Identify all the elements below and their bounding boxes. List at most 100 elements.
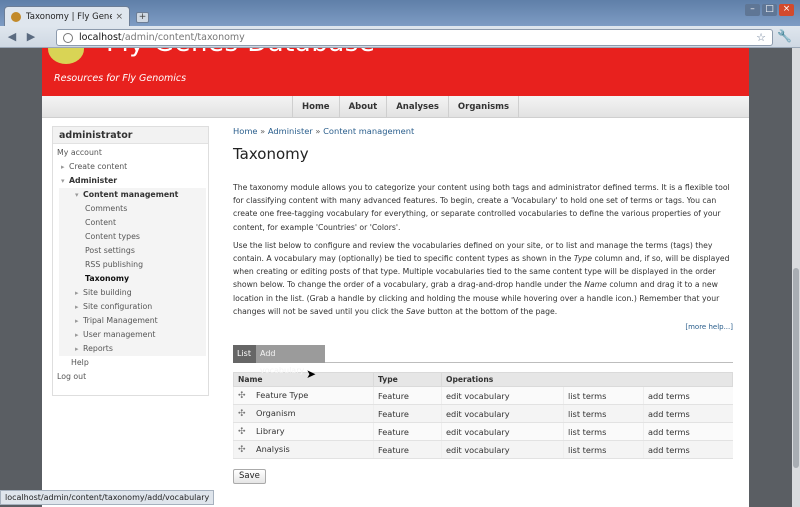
edit-vocabulary-link[interactable]: edit vocabulary: [441, 386, 564, 406]
collapsed-arrow-icon: ▸: [75, 345, 79, 353]
sidebar-item-administer[interactable]: ▾ Administer: [53, 174, 208, 188]
new-tab-button[interactable]: +: [136, 12, 149, 23]
tab-add-vocabulary[interactable]: Add vocabulary: [256, 345, 325, 375]
tab-close-icon[interactable]: ×: [115, 12, 123, 22]
add-terms-link[interactable]: add terms: [643, 404, 733, 424]
sidebar-item-site-configuration[interactable]: ▸ Site configuration: [59, 300, 206, 314]
list-terms-link[interactable]: list terms: [563, 386, 644, 406]
drag-handle-icon[interactable]: ✣: [238, 409, 248, 419]
mouse-pointer-icon: ➤: [306, 367, 317, 381]
close-window-icon[interactable]: ×: [779, 4, 794, 16]
bookmark-star-icon[interactable]: ☆: [756, 31, 766, 44]
collapsed-arrow-icon: ▸: [61, 163, 65, 171]
vocabulary-type: Feature: [373, 404, 442, 424]
forward-icon[interactable]: ▶: [23, 29, 39, 45]
vocabulary-table: Name Type Operations ✣ Feature Type Featu…: [233, 372, 733, 460]
maximize-icon[interactable]: □: [762, 4, 777, 16]
column-header-type: Type: [373, 372, 442, 388]
column-header-operations: Operations: [441, 372, 733, 388]
vocabulary-type: Feature: [373, 422, 442, 442]
sidebar-item-create-content[interactable]: ▸ Create content: [53, 160, 208, 174]
main-content: Home » Administer » Content management T…: [233, 126, 733, 485]
site-header: Fly Genes Database Resources for Fly Gen…: [42, 48, 749, 96]
primary-nav: Home About Analyses Organisms: [42, 96, 749, 118]
back-icon[interactable]: ◀: [4, 29, 20, 45]
sidebar-item-post-settings[interactable]: Post settings: [59, 244, 206, 258]
tab-list[interactable]: List: [233, 345, 256, 364]
site-logo[interactable]: [48, 48, 84, 64]
add-terms-link[interactable]: add terms: [643, 422, 733, 442]
more-help-link[interactable]: [more help...]: [233, 323, 733, 343]
browser-toolbar: ◀ ▶ localhost/admin/content/taxonomy ☆ 🔧: [0, 26, 800, 48]
breadcrumb-home[interactable]: Home: [233, 126, 258, 136]
breadcrumb-content-management[interactable]: Content management: [323, 126, 414, 136]
edit-vocabulary-link[interactable]: edit vocabulary: [441, 404, 564, 424]
table-row: ✣ Analysis Feature edit vocabulary list t…: [233, 440, 733, 460]
browser-titlebar: Taxonomy | Fly Genes... × + – □ ×: [0, 0, 800, 26]
help-paragraph-2: Use the list below to configure and revi…: [233, 240, 730, 316]
vocabulary-name: Analysis: [256, 444, 290, 455]
nav-analyses[interactable]: Analyses: [386, 96, 448, 118]
collapsed-arrow-icon: ▸: [75, 303, 79, 311]
sidebar-item-reports[interactable]: ▸ Reports: [59, 342, 206, 356]
vocabulary-type: Feature: [373, 386, 442, 406]
vocabulary-name: Feature Type: [256, 390, 309, 401]
minimize-icon[interactable]: –: [745, 4, 760, 16]
breadcrumb: Home » Administer » Content management: [233, 126, 415, 136]
window-controls: – □ ×: [745, 4, 794, 16]
vocabulary-name: Organism: [256, 408, 296, 419]
table-row: ✣ Feature Type Feature edit vocabulary li…: [233, 386, 733, 406]
page: Fly Genes Database Resources for Fly Gen…: [42, 48, 749, 507]
list-terms-link[interactable]: list terms: [563, 422, 644, 442]
scrollbar-thumb[interactable]: [793, 268, 799, 468]
drag-handle-icon[interactable]: ✣: [238, 445, 248, 455]
add-terms-link[interactable]: add terms: [643, 440, 733, 460]
address-bar[interactable]: localhost/admin/content/taxonomy ☆: [56, 29, 773, 46]
nav-organisms[interactable]: Organisms: [447, 96, 520, 118]
table-row: ✣ Organism Feature edit vocabulary list t…: [233, 404, 733, 424]
sidebar-item-taxonomy[interactable]: Taxonomy: [59, 272, 206, 286]
sidebar-item-user-management[interactable]: ▸ User management: [59, 328, 206, 342]
drag-handle-icon[interactable]: ✣: [238, 427, 248, 437]
vocabulary-type: Feature: [373, 440, 442, 460]
sidebar-item-content-management[interactable]: ▾ Content management: [59, 188, 206, 202]
sidebar-item-content-types[interactable]: Content types: [59, 230, 206, 244]
collapsed-arrow-icon: ▸: [75, 331, 79, 339]
sidebar-item-comments[interactable]: Comments: [59, 202, 206, 216]
nav-home[interactable]: Home: [292, 96, 339, 118]
table-row: ✣ Library Feature edit vocabulary list te…: [233, 422, 733, 442]
site-name[interactable]: Fly Genes Database: [106, 48, 375, 58]
edit-vocabulary-link[interactable]: edit vocabulary: [441, 422, 564, 442]
vocabulary-name: Library: [256, 426, 285, 437]
browser-tab[interactable]: Taxonomy | Fly Genes... ×: [4, 6, 130, 26]
save-button[interactable]: Save: [233, 469, 266, 485]
edit-vocabulary-link[interactable]: edit vocabulary: [441, 440, 564, 460]
expanded-arrow-icon: ▾: [61, 177, 65, 185]
wrench-icon[interactable]: 🔧: [777, 29, 792, 43]
collapsed-arrow-icon: ▸: [75, 289, 79, 297]
nav-about[interactable]: About: [338, 96, 387, 118]
expanded-arrow-icon: ▾: [75, 191, 79, 199]
sidebar-title: administrator: [53, 127, 208, 144]
add-terms-link[interactable]: add terms: [643, 386, 733, 406]
sidebar-item-content[interactable]: Content: [59, 216, 206, 230]
vertical-scrollbar[interactable]: [792, 48, 800, 507]
url-host: localhost: [79, 32, 122, 43]
collapsed-arrow-icon: ▸: [75, 317, 79, 325]
local-tabs: List Add vocabulary: [233, 345, 733, 375]
sidebar-item-log-out[interactable]: Log out: [53, 370, 208, 384]
sidebar-item-site-building[interactable]: ▸ Site building: [59, 286, 206, 300]
sidebar-item-rss-publishing[interactable]: RSS publishing: [59, 258, 206, 272]
sidebar-item-help[interactable]: Help: [53, 356, 208, 370]
globe-icon: [63, 32, 73, 43]
list-terms-link[interactable]: list terms: [563, 440, 644, 460]
sidebar: administrator My account ▸ Create content…: [52, 126, 209, 396]
drag-handle-icon[interactable]: ✣: [238, 391, 248, 401]
status-bar: localhost/admin/content/taxonomy/add/voc…: [0, 490, 215, 505]
list-terms-link[interactable]: list terms: [563, 404, 644, 424]
favicon-icon: [11, 11, 21, 22]
url-path: /admin/content/taxonomy: [121, 32, 245, 43]
sidebar-item-tripal-management[interactable]: ▸ Tripal Management: [59, 314, 206, 328]
sidebar-item-my-account[interactable]: My account: [53, 146, 208, 160]
breadcrumb-administer[interactable]: Administer: [268, 126, 313, 136]
